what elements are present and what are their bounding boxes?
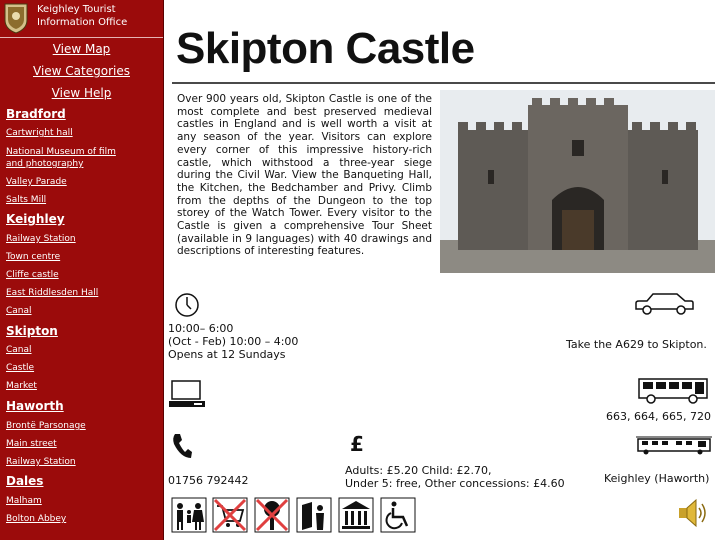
sidebar-item-valley-parade[interactable]: Valley Parade [6,176,156,188]
sidebar-item-cartwright-hall[interactable]: Cartwright hall [6,127,156,139]
wheelchair-icon [380,497,416,533]
telephone-icon [173,434,192,458]
train-station: Keighley (Haworth) [604,472,710,485]
office-name-line1: Keighley Tourist [37,4,116,15]
sidebar-item-canal[interactable]: Canal [6,344,156,356]
bus-numbers: 663, 664, 665, 720 [606,410,711,423]
admission-prices: Adults: £5.20 Child: £2.70, Under 5: fre… [345,464,565,490]
office-name: Keighley Tourist Information Office [37,3,162,29]
sidebar-item-railway-station[interactable]: Railway Station [6,233,156,245]
view-map-link[interactable]: View Map [0,42,163,56]
page-title: Skipton Castle [176,24,475,73]
section-keighley[interactable]: Keighley [6,212,65,226]
sidebar-item-canal[interactable]: Canal [6,305,156,317]
sidebar-item-east-riddlesden-hall[interactable]: East Riddlesden Hall [6,287,156,299]
section-skipton[interactable]: Skipton [6,324,58,338]
hours-line2: (Oct - Feb) 10:00 – 4:00 [168,335,299,348]
computer-icon[interactable] [168,380,206,408]
pound-icon: £ [350,432,364,456]
price-line1: Adults: £5.20 Child: £2.70, [345,464,492,477]
sidebar-divider [0,37,163,38]
museum-icon [338,497,374,533]
description-text: Over 900 years old, Skipton Castle is on… [177,93,432,258]
directions-text: Take the A629 to Skipton. [566,338,707,351]
title-divider [172,82,715,84]
price-line2: Under 5: free, Other concessions: £4.60 [345,477,565,490]
opening-hours: 10:00– 6:00 (Oct - Feb) 10:00 – 4:00 Ope… [168,322,298,361]
sidebar-item-castle[interactable]: Castle [6,362,156,374]
speaker-icon[interactable] [676,497,710,529]
clock-icon [175,293,199,317]
sidebar-item-malham[interactable]: Malham [6,495,156,507]
no-parking-icon [254,497,290,533]
section-haworth[interactable]: Haworth [6,399,64,413]
sidebar-item-bronte-parsonage[interactable]: Brontë Parsonage [6,420,156,432]
sidebar-item-railway-station[interactable]: Railway Station [6,456,156,468]
sidebar-item-market[interactable]: Market [6,380,156,392]
view-categories-link[interactable]: View Categories [0,64,163,78]
train-icon [636,436,712,455]
phone-number: 01756 792442 [168,474,249,487]
sidebar-item-town-centre[interactable]: Town centre [6,251,156,263]
no-shopping-icon [212,497,248,533]
guided-tour-icon [296,497,332,533]
hours-line3: Opens at 12 Sundays [168,348,286,361]
section-dales[interactable]: Dales [6,474,43,488]
car-icon [635,293,694,315]
castle-photo [440,90,715,273]
view-help-link[interactable]: View Help [0,86,163,100]
sidebar-item-cliffe-castle[interactable]: Cliffe castle [6,269,156,281]
office-name-line2: Information Office [37,17,128,28]
crest-logo-icon [4,3,28,34]
hours-line1: 10:00– 6:00 [168,322,234,335]
sidebar-item-bolton-abbey[interactable]: Bolton Abbey [6,513,156,525]
bus-icon [638,378,708,404]
sidebar-item-national-museum[interactable]: National Museum of film and photography [6,146,134,170]
family-icon [171,497,207,533]
sidebar-item-main-street[interactable]: Main street [6,438,156,450]
sidebar: Keighley Tourist Information Office View… [0,0,164,540]
section-bradford[interactable]: Bradford [6,107,66,121]
sidebar-item-salts-mill[interactable]: Salts Mill [6,194,156,206]
